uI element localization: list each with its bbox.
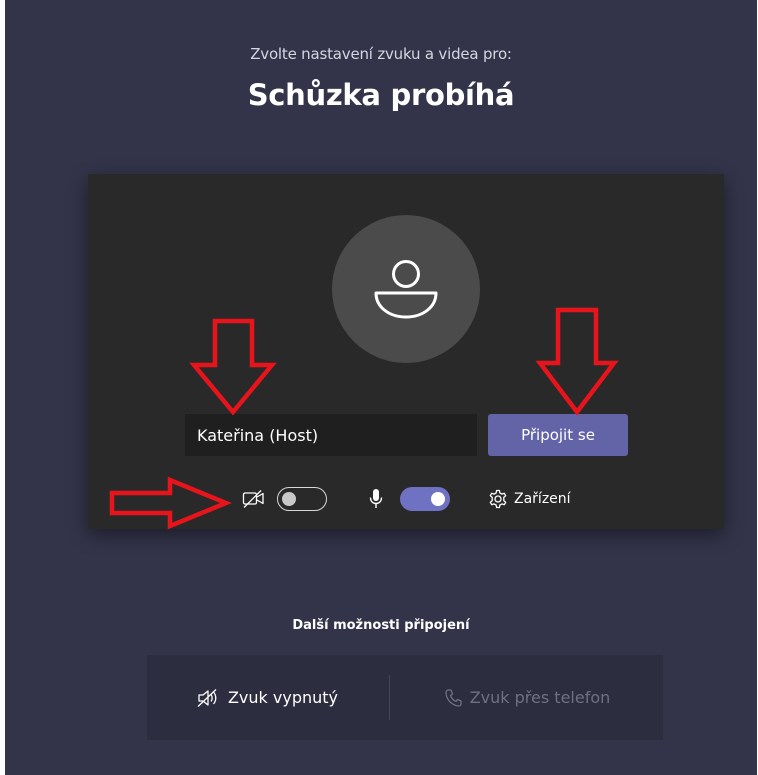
media-controls: Zařízení [88,482,724,516]
microphone-toggle[interactable] [400,487,450,511]
microphone-icon [369,489,383,508]
more-options-title: Další možnosti připojení [292,618,470,633]
camera-toggle-knob [282,491,296,506]
audio-off-label: Zvuk vypnutý [227,688,339,707]
phone-icon [445,688,462,707]
join-button[interactable]: Připojit se [488,414,628,456]
audio-off-option[interactable]: Zvuk vypnutý [147,655,387,740]
more-options-panel: Zvuk vypnutý Zvuk přes telefon [147,655,663,740]
video-preview-panel: Připojit se [88,174,724,529]
prejoin-subtitle: Zvolte nastavení zvuku a videa pro: [250,45,512,63]
microphone-toggle-knob [431,492,445,506]
avatar [332,215,480,363]
camera-toggle[interactable] [277,487,327,511]
devices-button[interactable]: Zařízení [488,485,571,513]
phone-audio-label: Zvuk přes telefon [469,688,611,707]
phone-audio-option[interactable]: Zvuk přes telefon [391,655,663,740]
gear-icon [489,489,507,509]
options-divider [389,675,390,720]
person-icon [374,260,438,319]
meeting-title: Schůzka probíhá [247,78,515,112]
devices-label: Zařízení [514,491,571,507]
teams-prejoin-screen: Zvolte nastavení zvuku a videa pro: Schů… [5,0,757,775]
camera-off-icon [242,490,264,508]
speaker-off-icon [197,688,217,707]
name-field[interactable] [185,414,477,456]
